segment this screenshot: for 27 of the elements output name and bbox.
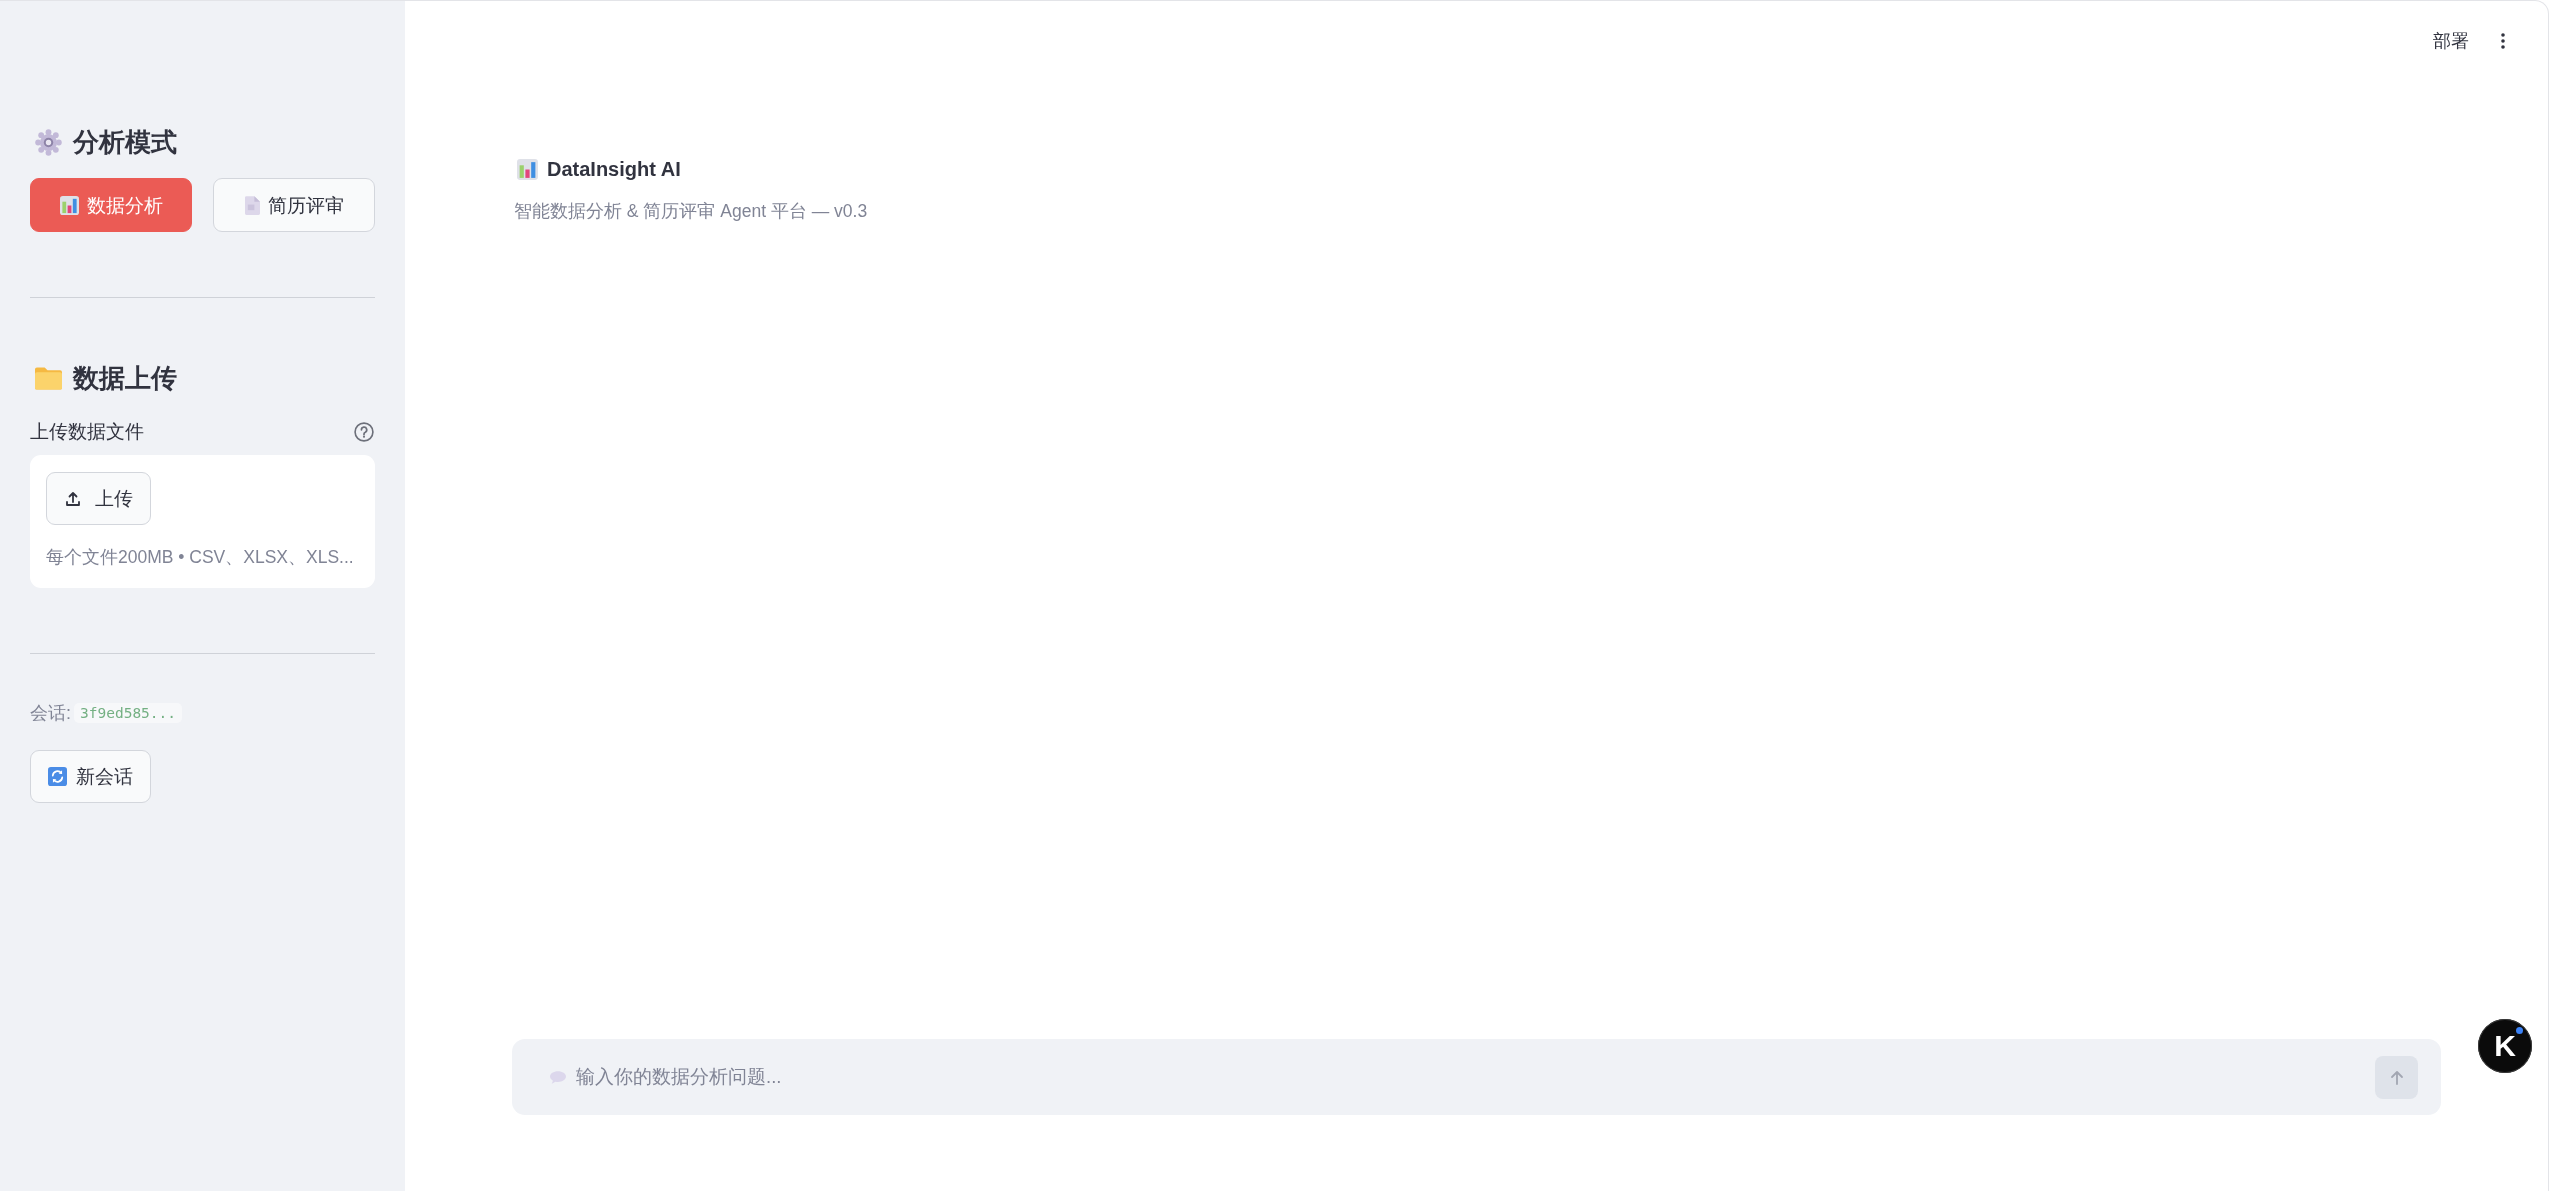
section-heading: 数据上传 [73,362,177,395]
folder-icon [35,366,62,390]
refresh-icon [48,767,67,786]
bar-chart-icon [517,158,538,180]
new-session-button[interactable]: 新会话 [30,750,151,803]
chat-input-field[interactable]: 输入你的数据分析问题... [512,1039,2441,1115]
app-subtitle: 智能数据分析 & 简历评审 Agent 平台 — v0.3 [514,200,868,223]
k-logo-button[interactable]: K [2478,1019,2532,1073]
help-icon [354,422,374,442]
upload-limits-text: 每个文件200MB • CSV、XLSX、XLS... [46,546,354,569]
field-label: 上传数据文件 [30,420,144,444]
session-label: 会话: [30,702,71,725]
upload-button[interactable]: 上传 [46,472,151,525]
bar-chart-icon [59,195,79,215]
upload-icon [64,490,81,507]
section-heading: 分析模式 [73,126,177,159]
arrow-up-icon [2388,1069,2405,1086]
gear-icon [35,128,62,156]
deploy-button[interactable]: 部署 [2431,25,2471,57]
kebab-icon [2501,33,2505,49]
file-dropzone[interactable]: 上传 每个文件200MB • CSV、XLSX、XLS... [30,455,375,588]
document-icon [244,195,260,215]
app-title: DataInsight AI [547,157,681,182]
session-id-code: 3f9ed585... [74,703,183,723]
mode-button[interactable]: 简历评审 [213,178,375,232]
dot-icon [2516,1027,2523,1034]
speech-bubble-icon [550,1071,566,1084]
